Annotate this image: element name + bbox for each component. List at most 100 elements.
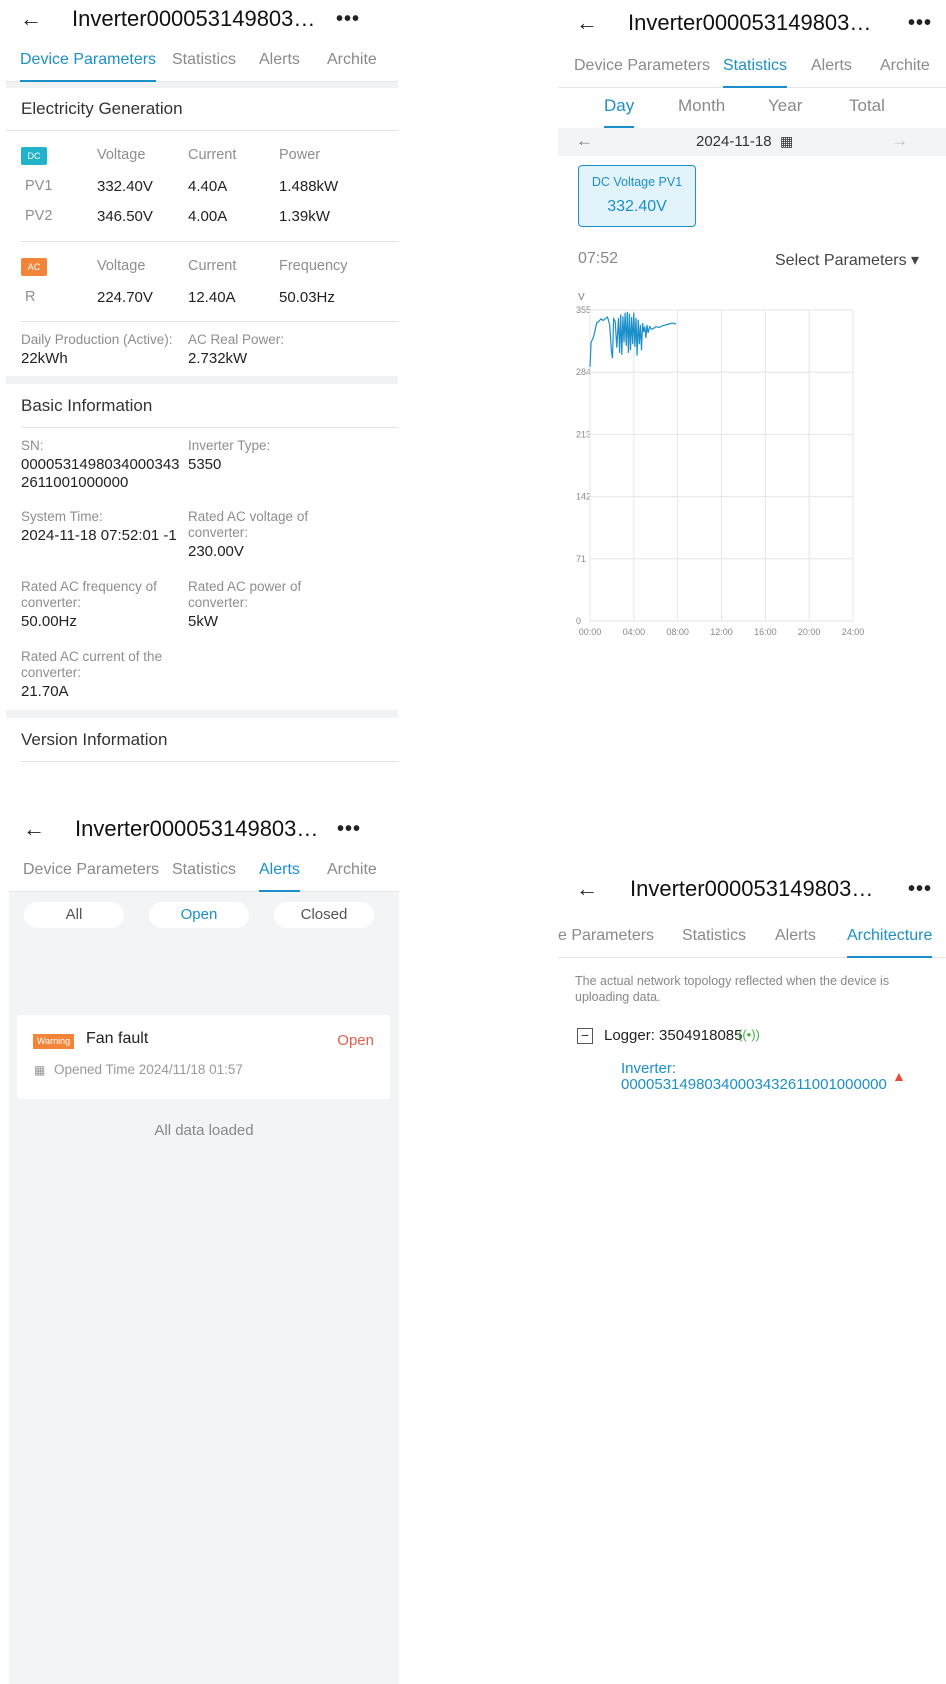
back-button[interactable]: ← (576, 10, 598, 36)
date-navigator: ← 2024-11-18 ▦ → (558, 128, 946, 156)
section-gap (6, 376, 398, 384)
subtab-month[interactable]: Month (678, 96, 725, 128)
ac-badge: AC (21, 258, 47, 276)
tab-label: Statistics (723, 57, 788, 74)
pv2-voltage: 346.50V (97, 208, 153, 225)
alert-status: Open (337, 1032, 374, 1049)
tab-alerts[interactable]: Alerts (775, 914, 816, 958)
pv1-current: 4.40A (188, 178, 228, 195)
tab-statistics[interactable]: Statistics (723, 44, 788, 88)
tab-statistics[interactable]: Statistics (172, 38, 236, 82)
tab-underline (723, 86, 788, 88)
divider (6, 130, 398, 131)
pv2-power: 1.39kW (279, 208, 330, 225)
r-current: 12.40A (188, 289, 236, 306)
alerts-tab-bar-wrap: Device Parameters Statistics Alerts Arch… (9, 848, 399, 892)
x-tick-label: 16:00 (754, 627, 777, 637)
subtab-year[interactable]: Year (768, 96, 802, 128)
col-voltage: Voltage (97, 258, 146, 274)
rated-voltage-value: 230.00V (188, 543, 244, 560)
rated-frequency-value: 50.00Hz (21, 613, 77, 630)
tab-label: Device Parameters (20, 51, 157, 68)
inverter-sn-link[interactable]: 00005314980340003432611001000000 (621, 1076, 887, 1093)
divider (21, 427, 398, 428)
pv1-label: PV1 (25, 178, 53, 194)
y-tick-label: 355 (576, 305, 591, 315)
tab-alerts[interactable]: Alerts (259, 38, 300, 82)
top-bar: ← Inverter00005314980340... ••• (9, 808, 399, 852)
calendar-icon: ▦ (34, 1063, 46, 1077)
filter-closed[interactable]: Closed (274, 902, 374, 928)
series-line-pv1-voltage (589, 311, 677, 367)
y-tick-label: 142 (576, 492, 591, 502)
pv1-power: 1.488kW (279, 178, 339, 195)
alert-bell-icon: ▲ (892, 1068, 906, 1084)
subtab-day[interactable]: Day (604, 96, 635, 128)
tab-statistics[interactable]: Statistics (682, 914, 746, 958)
tab-architecture[interactable]: Archite (327, 38, 377, 82)
tab-underline (847, 956, 933, 958)
inverter-type-value: 5350 (188, 456, 222, 473)
alert-item[interactable]: Warning Fan fault Open ▦ Opened Time 202… (17, 1015, 390, 1099)
daily-production-label: Daily Production (Active): (21, 332, 173, 347)
more-button[interactable]: ••• (908, 12, 932, 35)
x-tick-label: 08:00 (666, 627, 689, 637)
parameter-card-dc-voltage-pv1[interactable]: DC Voltage PV1 332.40V (578, 165, 696, 227)
tab-alerts[interactable]: Alerts (259, 848, 300, 892)
back-button[interactable]: ← (23, 816, 45, 842)
ac-real-power-value: 2.732kW (188, 350, 248, 367)
sn-label: SN: (21, 438, 44, 453)
device-title: Inverter00005314980340... (628, 10, 878, 35)
filter-open[interactable]: Open (149, 902, 249, 928)
inverter-label[interactable]: Inverter: (621, 1060, 676, 1077)
next-date-button[interactable]: → (891, 131, 908, 151)
tab-device-parameters[interactable]: e Parameters (558, 914, 654, 958)
alerts-body: All Open Closed (9, 892, 399, 1684)
rated-power-value: 5kW (188, 613, 218, 630)
more-button[interactable]: ••• (337, 818, 361, 841)
rated-current-label-cont: converter: (21, 665, 82, 680)
r-voltage: 224.70V (97, 289, 153, 306)
more-button[interactable]: ••• (336, 8, 360, 31)
col-power: Power (279, 147, 321, 163)
y-tick-label: 213 (576, 429, 591, 439)
back-button[interactable]: ← (576, 876, 598, 902)
alert-name: Fan fault (86, 1030, 149, 1047)
rated-current-value: 21.70A (21, 683, 69, 700)
tab-architecture[interactable]: Archite (880, 44, 930, 88)
pv1-voltage: 332.40V (97, 178, 153, 195)
subtab-total[interactable]: Total (849, 96, 885, 128)
dc-badge: DC (21, 147, 47, 165)
tab-device-parameters[interactable]: Device Parameters (20, 38, 157, 82)
more-button[interactable]: ••• (908, 878, 932, 901)
warning-badge: Warning (33, 1034, 75, 1049)
tab-architecture[interactable]: Architecture (847, 914, 933, 958)
tab-label: Alerts (259, 861, 300, 878)
rated-power-label-cont: converter: (188, 595, 249, 610)
section-title-electricity: Electricity Generation (21, 99, 183, 118)
col-voltage: Voltage (97, 147, 146, 163)
divider (21, 761, 398, 762)
x-tick-label: 04:00 (623, 627, 646, 637)
divider (21, 321, 398, 322)
prev-date-button[interactable]: ← (576, 131, 593, 151)
calendar-icon[interactable]: ▦ (780, 133, 793, 150)
tab-bar: e Parameters Statistics Alerts Architect… (558, 914, 946, 958)
rated-voltage-label: Rated AC voltage of (188, 509, 309, 524)
select-parameters-dropdown[interactable]: Select Parameters ▾ (775, 250, 919, 270)
tab-alerts[interactable]: Alerts (811, 44, 852, 88)
tab-device-parameters[interactable]: Device Parameters (23, 848, 159, 892)
section-title-version[interactable]: Version Information (21, 730, 167, 750)
logger-label[interactable]: Logger: 3504918085 (604, 1027, 742, 1044)
tab-architecture[interactable]: Archite (327, 848, 377, 892)
parameter-card-label: DC Voltage PV1 (591, 175, 683, 189)
date-label[interactable]: 2024-11-18 (696, 133, 772, 150)
pv2-current: 4.00A (188, 208, 228, 225)
x-tick-label: 20:00 (798, 627, 821, 637)
tab-statistics[interactable]: Statistics (172, 848, 236, 892)
back-button[interactable]: ← (20, 6, 42, 32)
tab-device-parameters[interactable]: Device Parameters (574, 44, 710, 88)
signal-icon: ((•)) (738, 1027, 760, 1042)
filter-all[interactable]: All (24, 902, 124, 928)
collapse-toggle[interactable]: − (577, 1028, 593, 1044)
